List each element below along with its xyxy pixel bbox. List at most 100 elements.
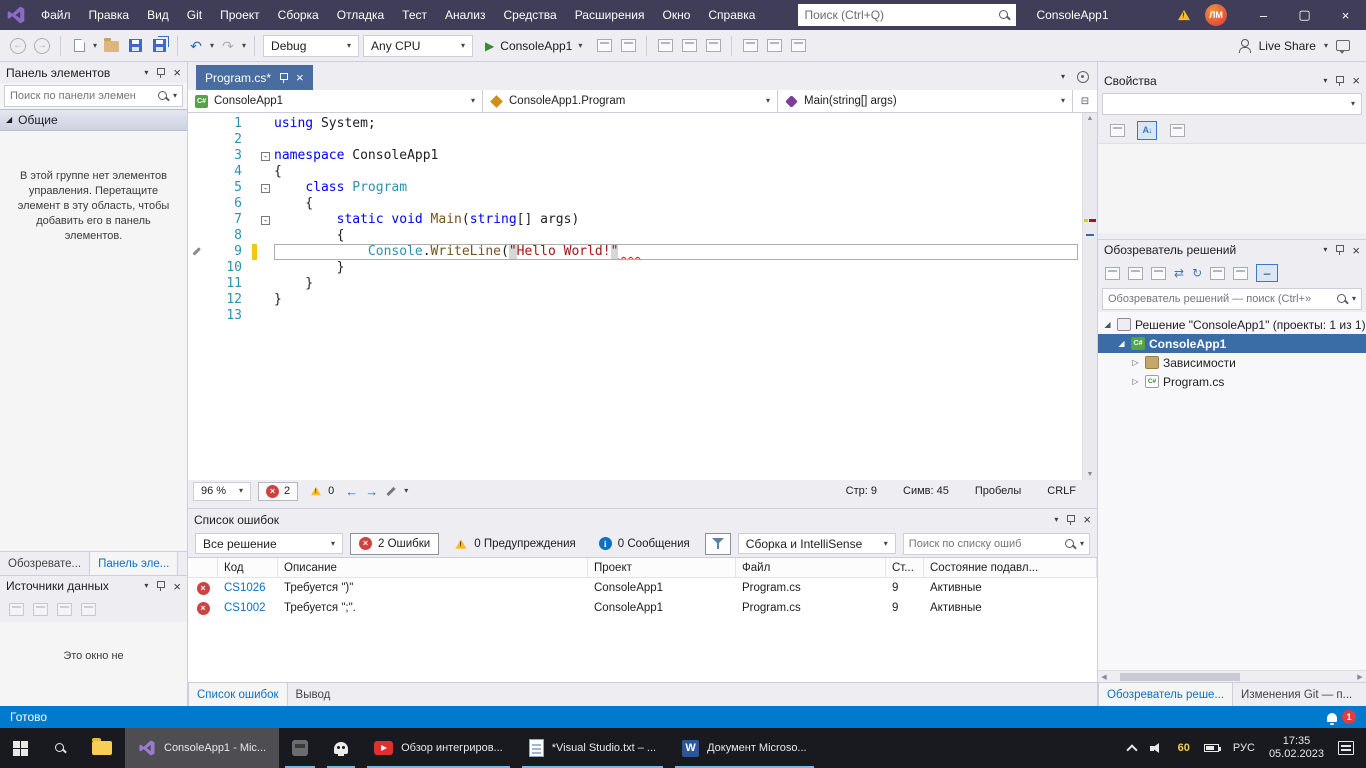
collapse-icon[interactable]: ◢ <box>1102 320 1113 329</box>
error-row-CS1026[interactable]: ×CS1026Требуется ")"ConsoleApp1Program.c… <box>188 578 1097 598</box>
column-description[interactable]: Описание <box>278 558 588 577</box>
new-file-icon[interactable] <box>69 34 89 58</box>
start-debugging-button[interactable]: ▶ ConsoleApp1 ▾ <box>477 34 590 58</box>
tab-toolbox[interactable]: Панель эле... <box>89 552 178 575</box>
code-line-10[interactable]: 10 } <box>188 260 1082 276</box>
chevron-down-icon[interactable]: ▾ <box>144 69 148 77</box>
outline-icon[interactable] <box>764 34 784 58</box>
start-button[interactable] <box>0 728 41 768</box>
menu-item-11[interactable]: Окно <box>653 0 699 30</box>
restore-button[interactable]: ▢ <box>1284 0 1325 30</box>
menu-item-2[interactable]: Вид <box>138 0 178 30</box>
language-indicator[interactable]: РУС <box>1233 742 1255 754</box>
quick-search[interactable] <box>798 4 1016 26</box>
code-line-1[interactable]: 1using System; <box>188 116 1082 132</box>
close-icon[interactable]: × <box>173 66 181 79</box>
editor-errors-button[interactable]: × 2 <box>258 482 298 501</box>
solution-hscrollbar[interactable]: ◀ ▶ <box>1098 670 1366 682</box>
find-in-files-icon[interactable] <box>655 34 675 58</box>
zoom-select[interactable]: 96 %▾ <box>193 482 251 501</box>
feedback-icon[interactable] <box>1336 40 1350 51</box>
menu-item-9[interactable]: Средства <box>495 0 566 30</box>
save-all-icon[interactable] <box>149 34 169 58</box>
show-all-files-icon[interactable] <box>1210 267 1225 280</box>
nav-member-select[interactable]: Main(string[] args)▾ <box>778 90 1073 112</box>
editor-warnings-button[interactable]: 0 <box>305 485 338 497</box>
add-data-source-icon[interactable] <box>9 603 24 616</box>
attach-process-icon[interactable] <box>594 34 614 58</box>
clock[interactable]: 17:35 05.02.2023 <box>1269 735 1324 761</box>
quick-search-input[interactable] <box>804 8 994 22</box>
nav-type-select[interactable]: ConsoleApp1.Program▾ <box>483 90 778 112</box>
edit-data-source-icon[interactable] <box>33 603 48 616</box>
notification-warning-icon[interactable] <box>1178 10 1190 20</box>
chevron-down-icon[interactable]: ▾ <box>1324 42 1328 50</box>
menu-item-7[interactable]: Тест <box>393 0 436 30</box>
code-line-13[interactable]: 13 <box>188 308 1082 324</box>
navigate-back-icon[interactable]: ← <box>8 34 28 58</box>
error-row-CS1002[interactable]: ×CS1002Требуется ";".ConsoleApp1Program.… <box>188 598 1097 618</box>
editor-options-icon[interactable] <box>1077 71 1089 83</box>
expand-icon[interactable]: ▷ <box>1130 377 1141 386</box>
taskbar-isaac-button[interactable] <box>321 728 361 768</box>
close-icon[interactable]: × <box>1352 244 1360 257</box>
pin-icon[interactable] <box>1335 244 1344 256</box>
bookmark-icon[interactable] <box>740 34 760 58</box>
code-line-3[interactable]: 3-namespace ConsoleApp1 <box>188 148 1082 164</box>
notifications-bell-icon[interactable] <box>1327 713 1337 722</box>
hot-reload-icon[interactable] <box>618 34 638 58</box>
menu-item-8[interactable]: Анализ <box>436 0 495 30</box>
comment-icon[interactable] <box>679 34 699 58</box>
nav-project-select[interactable]: C# ConsoleApp1▾ <box>188 90 483 112</box>
home-icon[interactable] <box>1105 267 1120 280</box>
error-search[interactable]: ▾ <box>903 533 1090 555</box>
navigate-forward-icon[interactable]: → <box>32 34 52 58</box>
collapse-all-icon[interactable] <box>1128 267 1143 280</box>
warnings-filter-button[interactable]: 0 Предупреждения <box>446 533 584 555</box>
taskbar-search-button[interactable] <box>41 728 79 768</box>
menu-item-6[interactable]: Отладка <box>328 0 393 30</box>
column-project[interactable]: Проект <box>588 558 736 577</box>
errors-filter-button[interactable]: × 2 Ошибки <box>350 533 439 555</box>
avatar[interactable]: ЛМ <box>1205 4 1227 26</box>
preview-selected-items-icon[interactable]: – <box>1256 264 1278 282</box>
file-explorer-button[interactable] <box>79 728 125 768</box>
toolbox-search[interactable]: ▾ <box>4 85 183 107</box>
scroll-up-icon[interactable]: ▲ <box>1083 115 1097 122</box>
pin-icon[interactable] <box>279 72 288 84</box>
indent-icon[interactable] <box>788 34 808 58</box>
chevron-down-icon[interactable]: ▾ <box>93 42 97 50</box>
taskbar-visual-studio-button[interactable]: ConsoleApp1 - Mic... <box>125 728 279 768</box>
scroll-down-icon[interactable]: ▼ <box>1083 471 1097 478</box>
tab-solution-explorer[interactable]: Обозреватель реше... <box>1098 683 1233 706</box>
code-line-4[interactable]: 4{ <box>188 164 1082 180</box>
collapse-icon[interactable]: ◢ <box>1116 339 1127 348</box>
code-line-5[interactable]: 5- class Program <box>188 180 1082 196</box>
redo-icon[interactable]: ↷ <box>218 34 238 58</box>
chevron-down-icon[interactable]: ▾ <box>404 487 408 495</box>
pin-icon[interactable] <box>156 67 165 79</box>
minimize-button[interactable]: – <box>1243 0 1284 30</box>
error-source-select[interactable]: Сборка и IntelliSense▾ <box>738 533 896 554</box>
pending-changes-icon[interactable] <box>1151 267 1166 280</box>
chevron-down-icon[interactable]: ▾ <box>1054 516 1058 524</box>
menu-item-10[interactable]: Расширения <box>566 0 654 30</box>
tab-server-explorer[interactable]: Обозревате... <box>0 552 89 575</box>
menu-item-4[interactable]: Проект <box>211 0 269 30</box>
menu-item-5[interactable]: Сборка <box>269 0 328 30</box>
configuration-select[interactable]: Debug▾ <box>263 35 359 57</box>
column-code[interactable]: Код <box>218 558 278 577</box>
properties-shortcut-icon[interactable] <box>1233 267 1248 280</box>
properties-object-select[interactable]: ▾ <box>1102 93 1362 115</box>
error-scope-select[interactable]: Все решение▾ <box>195 533 343 554</box>
tree-item-1[interactable]: ◢C#ConsoleApp1 <box>1098 334 1366 353</box>
pin-icon[interactable] <box>1066 514 1075 526</box>
spaces-label[interactable]: Пробелы <box>975 485 1021 497</box>
next-issue-button[interactable]: → <box>365 485 378 498</box>
tree-item-0[interactable]: ◢Решение "ConsoleApp1" (проекты: 1 из 1) <box>1098 315 1366 334</box>
pin-icon[interactable] <box>1335 75 1344 87</box>
column-line[interactable]: Ст... <box>886 558 924 577</box>
code-line-6[interactable]: 6 { <box>188 196 1082 212</box>
solution-search-input[interactable] <box>1108 293 1332 305</box>
battery-percent-label[interactable]: 60 <box>1178 742 1190 754</box>
